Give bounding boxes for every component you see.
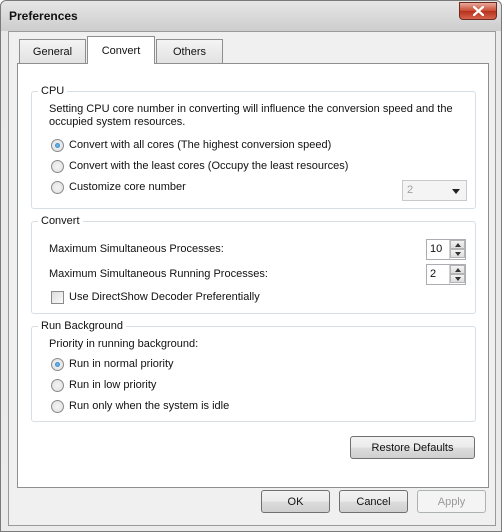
max-processes-down-button[interactable] — [450, 249, 465, 258]
core-number-select[interactable]: 2 — [402, 180, 467, 201]
radio-low-priority[interactable] — [51, 379, 64, 392]
close-button[interactable] — [459, 2, 497, 20]
radio-least-cores-label[interactable]: Convert with the least cores (Occupy the… — [69, 160, 348, 173]
apply-label: Apply — [437, 495, 466, 508]
cancel-label: Cancel — [356, 495, 391, 508]
window-title: Preferences — [9, 9, 78, 23]
spin-up-icon — [454, 242, 461, 247]
max-running-down-button[interactable] — [450, 274, 465, 283]
tab-convert-label: Convert — [101, 44, 141, 57]
max-processes-spinner[interactable]: 10 — [426, 239, 466, 260]
close-icon — [472, 6, 484, 16]
cancel-button[interactable]: Cancel — [339, 490, 408, 513]
title-bar: Preferences — [1, 1, 501, 31]
tab-general-label: General — [32, 45, 73, 58]
chevron-down-icon — [452, 189, 460, 194]
max-running-value[interactable]: 2 — [430, 268, 436, 280]
radio-customize-cores-label[interactable]: Customize core number — [69, 181, 186, 194]
restore-defaults-button[interactable]: Restore Defaults — [350, 436, 475, 459]
cpu-group: CPU Setting CPU core number in convertin… — [31, 85, 476, 209]
max-running-spin-buttons — [449, 265, 465, 284]
restore-defaults-label: Restore Defaults — [371, 441, 454, 454]
directshow-label[interactable]: Use DirectShow Decoder Preferentially — [69, 291, 260, 304]
preferences-window: Preferences General Convert Others CPU S… — [0, 0, 502, 532]
cpu-description-line2: occupied system resources. — [49, 116, 186, 128]
directshow-checkbox[interactable] — [51, 291, 64, 304]
convert-group: Convert Maximum Simultaneous Processes: … — [31, 215, 476, 314]
ok-label: OK — [287, 495, 304, 508]
cpu-description-line1: Setting CPU core number in converting wi… — [49, 103, 453, 115]
convert-group-legend: Convert — [38, 215, 83, 228]
max-running-label: Maximum Simultaneous Running Processes: — [49, 268, 268, 280]
radio-normal-priority-label[interactable]: Run in normal priority — [69, 358, 174, 371]
run-background-legend: Run Background — [38, 320, 126, 333]
max-processes-value[interactable]: 10 — [430, 243, 442, 255]
core-number-value: 2 — [407, 184, 414, 196]
tab-general[interactable]: General — [19, 39, 86, 63]
radio-idle-only[interactable] — [51, 400, 64, 413]
radio-all-cores[interactable] — [51, 139, 64, 152]
max-processes-up-button[interactable] — [450, 240, 465, 249]
max-running-spinner[interactable]: 2 — [426, 264, 466, 285]
radio-idle-only-label[interactable]: Run only when the system is idle — [69, 400, 229, 413]
dialog-client-area: General Convert Others CPU Setting CPU c… — [8, 31, 496, 526]
radio-normal-priority[interactable] — [51, 358, 64, 371]
convert-tab-panel: CPU Setting CPU core number in convertin… — [17, 63, 489, 488]
cpu-group-legend: CPU — [38, 85, 68, 98]
run-background-group: Run Background Priority in running backg… — [31, 320, 476, 422]
radio-low-priority-label[interactable]: Run in low priority — [69, 379, 156, 392]
max-processes-spin-buttons — [449, 240, 465, 259]
radio-least-cores[interactable] — [51, 160, 64, 173]
apply-button[interactable]: Apply — [417, 490, 486, 513]
tab-others[interactable]: Others — [156, 39, 223, 63]
max-running-up-button[interactable] — [450, 265, 465, 274]
priority-label: Priority in running background: — [49, 338, 199, 350]
spin-down-icon — [454, 251, 461, 256]
ok-button[interactable]: OK — [261, 490, 330, 513]
tab-convert[interactable]: Convert — [87, 36, 155, 64]
radio-all-cores-label[interactable]: Convert with all cores (The highest conv… — [69, 139, 331, 152]
tab-others-label: Others — [172, 45, 206, 58]
radio-customize-cores[interactable] — [51, 181, 64, 194]
spin-down-icon — [454, 276, 461, 281]
spin-up-icon — [454, 267, 461, 272]
max-processes-label: Maximum Simultaneous Processes: — [49, 243, 224, 255]
